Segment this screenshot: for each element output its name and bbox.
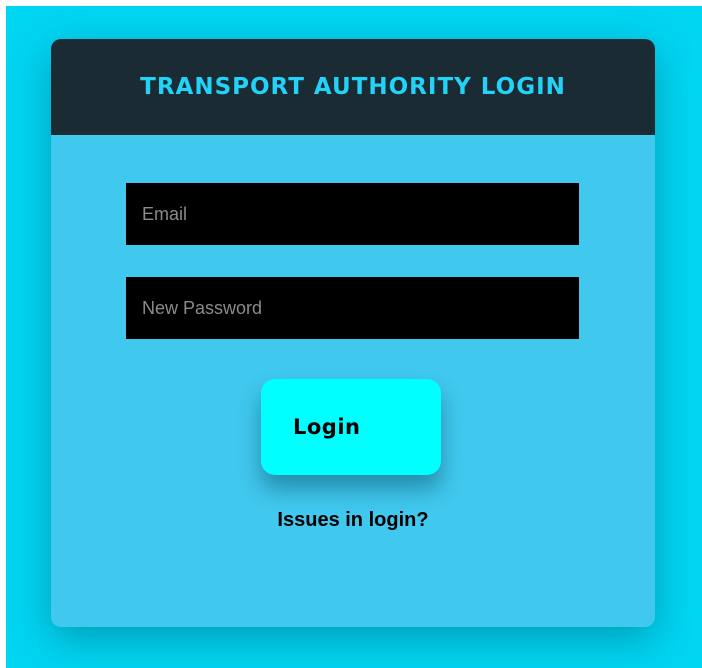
- login-button[interactable]: Login: [261, 379, 441, 475]
- email-field[interactable]: [126, 183, 579, 245]
- login-card: TRANSPORT AUTHORITY LOGIN Login Issues i…: [51, 39, 655, 627]
- page-background: TRANSPORT AUTHORITY LOGIN Login Issues i…: [6, 6, 702, 668]
- password-field[interactable]: [126, 277, 579, 339]
- issues-in-login-link[interactable]: Issues in login?: [51, 509, 655, 532]
- page-title: TRANSPORT AUTHORITY LOGIN: [140, 74, 566, 100]
- card-header: TRANSPORT AUTHORITY LOGIN: [51, 39, 655, 135]
